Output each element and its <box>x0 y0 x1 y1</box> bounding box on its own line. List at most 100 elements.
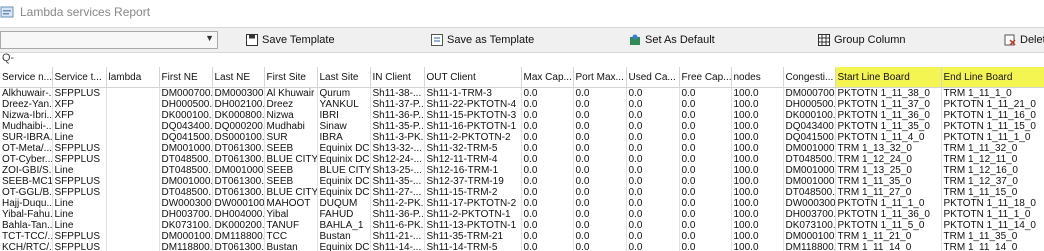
column-header[interactable]: First Site <box>264 67 318 88</box>
table-cell: TRM 1_11_32_0 <box>941 143 1044 154</box>
table-cell: IBRI <box>317 110 371 121</box>
column-header[interactable]: Service n... <box>0 67 53 88</box>
table-cell: Equinix DC <box>317 154 371 165</box>
table-cell: 0.0 <box>679 143 732 154</box>
table-cell: 0.0 <box>573 220 627 231</box>
table-cell: 100.0 <box>731 187 784 198</box>
delete-button[interactable]: Delete <box>1004 30 1044 50</box>
column-header[interactable]: Used Ca... <box>626 67 680 88</box>
table-row[interactable]: Mudhaibi-...LineDQ043400...DQ000200...Mu… <box>0 121 1044 132</box>
table-cell: SFPPLUS <box>52 176 107 187</box>
table-row[interactable]: SEEB-MC1...SFPPLUSDM001000...DT061300...… <box>0 176 1044 187</box>
table-cell: 0.0 <box>679 165 732 176</box>
table-cell: 0.0 <box>573 198 627 209</box>
table-row[interactable]: Bahla-Tan...LineDK073100...DK000200...TA… <box>0 220 1044 231</box>
column-header[interactable]: Service t... <box>52 67 107 88</box>
table-row[interactable]: Dreez-Yan...XFPDH000500...DH002100...Dre… <box>0 99 1044 110</box>
table-cell: TRM 1_13_32_0 <box>835 143 942 154</box>
table-row[interactable]: Nizwa-Ibri...XFPDK000100...DK000800...Ni… <box>0 110 1044 121</box>
table-cell: Sh11-16-PKTOTN-1 <box>424 121 522 132</box>
column-header[interactable]: Port Max... <box>573 67 627 88</box>
table-cell: 0.0 <box>679 87 732 99</box>
table-cell: DT061300... <box>212 143 265 154</box>
table-cell: DM000100... <box>783 231 836 242</box>
search-input[interactable] <box>16 52 1036 64</box>
table-cell: Sh11-35-P... <box>370 121 425 132</box>
table-cell: 0.0 <box>521 209 574 220</box>
table-cell: 0.0 <box>573 176 627 187</box>
table-cell: TRM 1_11_1_0 <box>941 87 1044 99</box>
table-cell: 0.0 <box>626 242 680 251</box>
save-as-template-button[interactable]: Save as Template <box>431 30 534 50</box>
table-cell: 0.0 <box>573 87 627 99</box>
table-cell: 0.0 <box>626 154 680 165</box>
table-cell: DQ043400... <box>783 121 836 132</box>
table-cell: Sh11-2-PKTOTN-2 <box>424 132 522 143</box>
table-cell: PKTOTN 1_11_37_0 <box>835 99 942 110</box>
column-header[interactable]: lambda <box>106 67 160 88</box>
table-cell: YANKUL <box>317 99 371 110</box>
template-select[interactable]: ▼ <box>0 31 218 49</box>
column-header[interactable]: Max Cap... <box>521 67 574 88</box>
table-cell: DW000100... <box>212 198 265 209</box>
table-row[interactable]: Alkhuwair-...SFPPLUSDM000700...DM000300.… <box>0 87 1044 99</box>
table-cell: 0.0 <box>626 143 680 154</box>
table-row[interactable]: Yibal-Fahu...LineDH003700...DH004000...Y… <box>0 209 1044 220</box>
table-cell: DW000300... <box>159 198 213 209</box>
table-cell: Sh11-13-PKTOTN-1 <box>424 220 522 231</box>
toolbar: ▼ Save Template Save as Template Set As … <box>0 27 1044 53</box>
save-template-button[interactable]: Save Template <box>246 30 335 50</box>
table-row[interactable]: Hajj-Duqu...LineDW000300...DW000100...MA… <box>0 198 1044 209</box>
column-header[interactable]: First NE <box>159 67 213 88</box>
table-cell: OT-Meta/... <box>0 143 53 154</box>
group-column-button[interactable]: Group Column <box>818 30 906 50</box>
table-cell: 100.0 <box>731 99 784 110</box>
table-cell: TANUF <box>264 220 318 231</box>
table-cell: DK000800... <box>212 110 265 121</box>
table-cell: TRM 1_11_14_0 <box>941 242 1044 251</box>
table-cell: DQ000200... <box>212 121 265 132</box>
table-cell: SUR <box>264 132 318 143</box>
table-cell: DH000500... <box>783 99 836 110</box>
table-cell: Mudhaibi-... <box>0 121 53 132</box>
set-as-default-button[interactable]: Set As Default <box>629 30 715 50</box>
column-header[interactable]: OUT Client <box>424 67 522 88</box>
table-cell: XFP <box>52 110 107 121</box>
table-cell: 0.0 <box>679 209 732 220</box>
table-cell: 0.0 <box>573 209 627 220</box>
column-header[interactable]: nodes <box>731 67 784 88</box>
table-cell: DT048500... <box>783 154 836 165</box>
column-header-end-line-board[interactable]: End Line Board <box>941 67 1044 88</box>
table-cell: TRM 1_11_35_0 <box>835 176 942 187</box>
table-cell: Hajj-Duqu... <box>0 198 53 209</box>
table-row[interactable]: TCT-TCC/...SFPPLUSDM000100...DM118800...… <box>0 231 1044 242</box>
table-cell: 0.0 <box>679 121 732 132</box>
default-icon <box>630 34 640 45</box>
table-cell: 0.0 <box>626 198 680 209</box>
column-header[interactable]: IN Client <box>370 67 425 88</box>
table-cell: DH003700... <box>783 209 836 220</box>
table-cell: 0.0 <box>521 165 574 176</box>
table-row[interactable]: KCH/RTC/...SFPPLUSDM118800...DT061300...… <box>0 242 1044 251</box>
table-row[interactable]: OT-GGL/B...SFPPLUSDT048500...DT061300...… <box>0 187 1044 198</box>
table-cell: PKTOTN 1_11_4_0 <box>835 132 942 143</box>
table-cell: Al Khuwair <box>264 87 318 99</box>
column-header[interactable]: Congesti... <box>783 67 836 88</box>
column-header-start-line-board[interactable]: Start Line Board <box>835 67 942 88</box>
column-header[interactable]: Free Cap... <box>679 67 732 88</box>
table-cell: TRM 1_12_24_0 <box>835 154 942 165</box>
table-row[interactable]: SUR-IBRA...LineDQ041500...DS000100...SUR… <box>0 132 1044 143</box>
column-header[interactable]: Last NE <box>212 67 265 88</box>
table-row[interactable]: OT-Meta/...SFPPLUSDM001000...DT061300...… <box>0 143 1044 154</box>
table-cell: DT048500... <box>159 165 213 176</box>
table-cell: SFPPLUS <box>52 87 107 99</box>
table-row[interactable]: OT-Cyber...SFPPLUSDT048500...DT061300...… <box>0 154 1044 165</box>
table-cell: Sh11-14-... <box>370 242 425 251</box>
table-cell: SEEB <box>264 143 318 154</box>
table-cell: 0.0 <box>626 220 680 231</box>
table-cell: IBRA <box>317 132 371 143</box>
table-row[interactable]: ZOI-GBI/S...LineDT048500...DM001000...SE… <box>0 165 1044 176</box>
table-cell: 100.0 <box>731 198 784 209</box>
column-header[interactable]: Last Site <box>317 67 371 88</box>
table-cell: Line <box>52 198 107 209</box>
